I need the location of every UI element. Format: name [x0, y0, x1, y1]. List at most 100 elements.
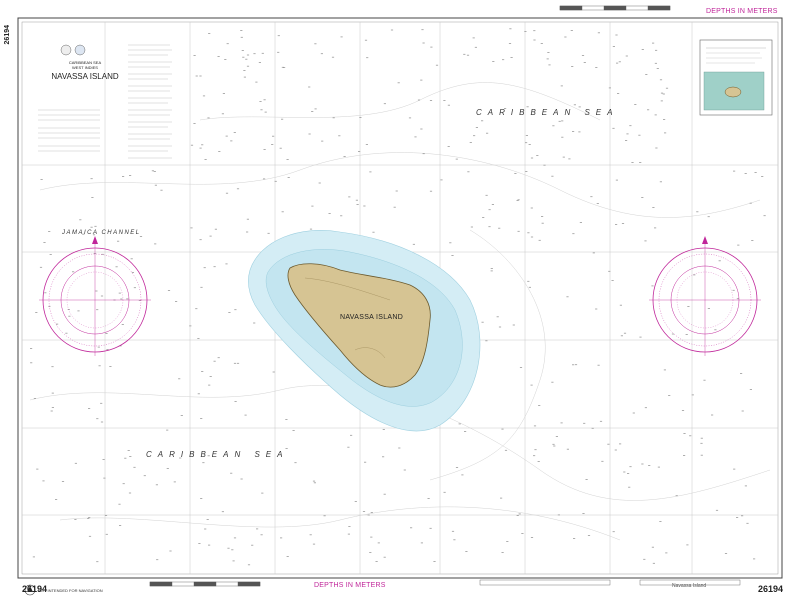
sounding-mark [583, 62, 586, 63]
sounding-mark [543, 164, 546, 166]
sounding-mark [226, 43, 229, 45]
sounding-mark [519, 367, 523, 368]
sounding-mark [224, 59, 227, 60]
sounding-mark [166, 468, 169, 469]
sounding-mark [366, 57, 369, 59]
sounding-mark [440, 179, 443, 181]
sounding-mark [350, 434, 353, 436]
sounding-mark [343, 156, 346, 157]
sounding-mark [561, 120, 564, 122]
sounding-mark [587, 535, 591, 536]
sounding-mark [328, 213, 331, 214]
sounding-mark [106, 349, 109, 350]
sounding-mark [597, 364, 600, 366]
sounding-mark [255, 81, 258, 83]
sounding-mark [173, 481, 176, 483]
sounding-mark [201, 144, 204, 146]
sounding-mark [375, 561, 378, 562]
sounding-mark [647, 109, 650, 111]
sounding-mark [628, 486, 631, 488]
sounding-mark [222, 93, 225, 94]
sounding-mark [619, 304, 622, 306]
sounding-mark [574, 364, 578, 366]
sounding-mark [662, 93, 665, 95]
sounding-mark [595, 308, 598, 310]
sounding-mark [655, 49, 658, 51]
sounding-mark [639, 162, 642, 163]
sounding-mark [167, 290, 171, 291]
sounding-mark [451, 530, 455, 532]
sounding-mark [474, 46, 477, 48]
sounding-mark [683, 433, 686, 434]
sounding-mark [230, 140, 233, 142]
sounding-mark [233, 362, 237, 364]
sounding-mark [95, 290, 98, 292]
sounding-mark [517, 230, 520, 232]
sounding-mark [686, 544, 689, 546]
sounding-mark [128, 492, 132, 494]
bottom-right-label: Navassa Island [672, 583, 707, 589]
title-block: CARIBBEAN SEA WEST INDIES NAVASSA ISLAND [40, 60, 130, 82]
sounding-mark [590, 196, 593, 198]
sounding-mark [56, 323, 59, 325]
sounding-mark [641, 463, 644, 465]
sounding-mark [557, 514, 560, 516]
sounding-mark [279, 147, 282, 149]
sounding-mark [131, 272, 134, 273]
sounding-mark [700, 454, 703, 456]
scale-bar-bottom [149, 579, 741, 587]
sounding-mark [43, 242, 46, 243]
sounding-mark [736, 298, 739, 300]
sounding-mark [617, 93, 620, 94]
sounding-mark [639, 336, 642, 338]
sounding-mark [231, 549, 234, 551]
sounding-mark [623, 332, 627, 334]
sounding-mark [240, 30, 243, 31]
chart-title: NAVASSA ISLAND [51, 72, 119, 81]
sounding-mark [241, 50, 244, 51]
sounding-mark [36, 468, 39, 470]
sounding-mark [96, 561, 99, 563]
sounding-mark [651, 285, 654, 287]
sounding-mark [35, 312, 38, 313]
sounding-mark [96, 418, 99, 420]
sounding-mark [530, 384, 533, 386]
sounding-mark [359, 117, 362, 118]
sounding-mark [562, 156, 565, 158]
sounding-mark [65, 332, 68, 334]
sounding-mark [234, 401, 237, 402]
sounding-mark [538, 405, 541, 406]
sounding-mark [654, 114, 657, 116]
sounding-mark [611, 280, 614, 281]
sounding-mark [233, 537, 237, 539]
sounding-mark [243, 70, 246, 71]
sounding-mark [96, 309, 99, 311]
sounding-mark [382, 429, 385, 430]
sounding-mark [105, 533, 108, 535]
sounding-mark [104, 515, 108, 516]
sounding-mark [311, 205, 314, 207]
sounding-mark [501, 428, 504, 430]
sounding-mark [197, 393, 200, 395]
sounding-mark [213, 266, 216, 268]
sounding-mark [429, 190, 433, 192]
sounding-mark [422, 153, 425, 155]
sounding-mark [88, 535, 92, 537]
sounding-mark [533, 39, 536, 41]
sounding-mark [700, 437, 703, 439]
sounding-mark [616, 62, 619, 64]
sounding-mark [190, 227, 193, 229]
inset-map [699, 39, 773, 116]
sounding-mark [221, 511, 224, 513]
sounding-mark [447, 104, 450, 106]
sounding-mark [218, 151, 221, 152]
sounding-mark [420, 79, 423, 81]
sounding-mark [246, 231, 249, 233]
sounding-mark [393, 206, 396, 208]
sounding-mark [675, 495, 678, 497]
sounding-mark [433, 561, 436, 562]
sounding-mark [595, 67, 598, 68]
sounding-mark [668, 395, 671, 396]
sounding-mark [199, 147, 202, 149]
sounding-mark [625, 140, 628, 141]
